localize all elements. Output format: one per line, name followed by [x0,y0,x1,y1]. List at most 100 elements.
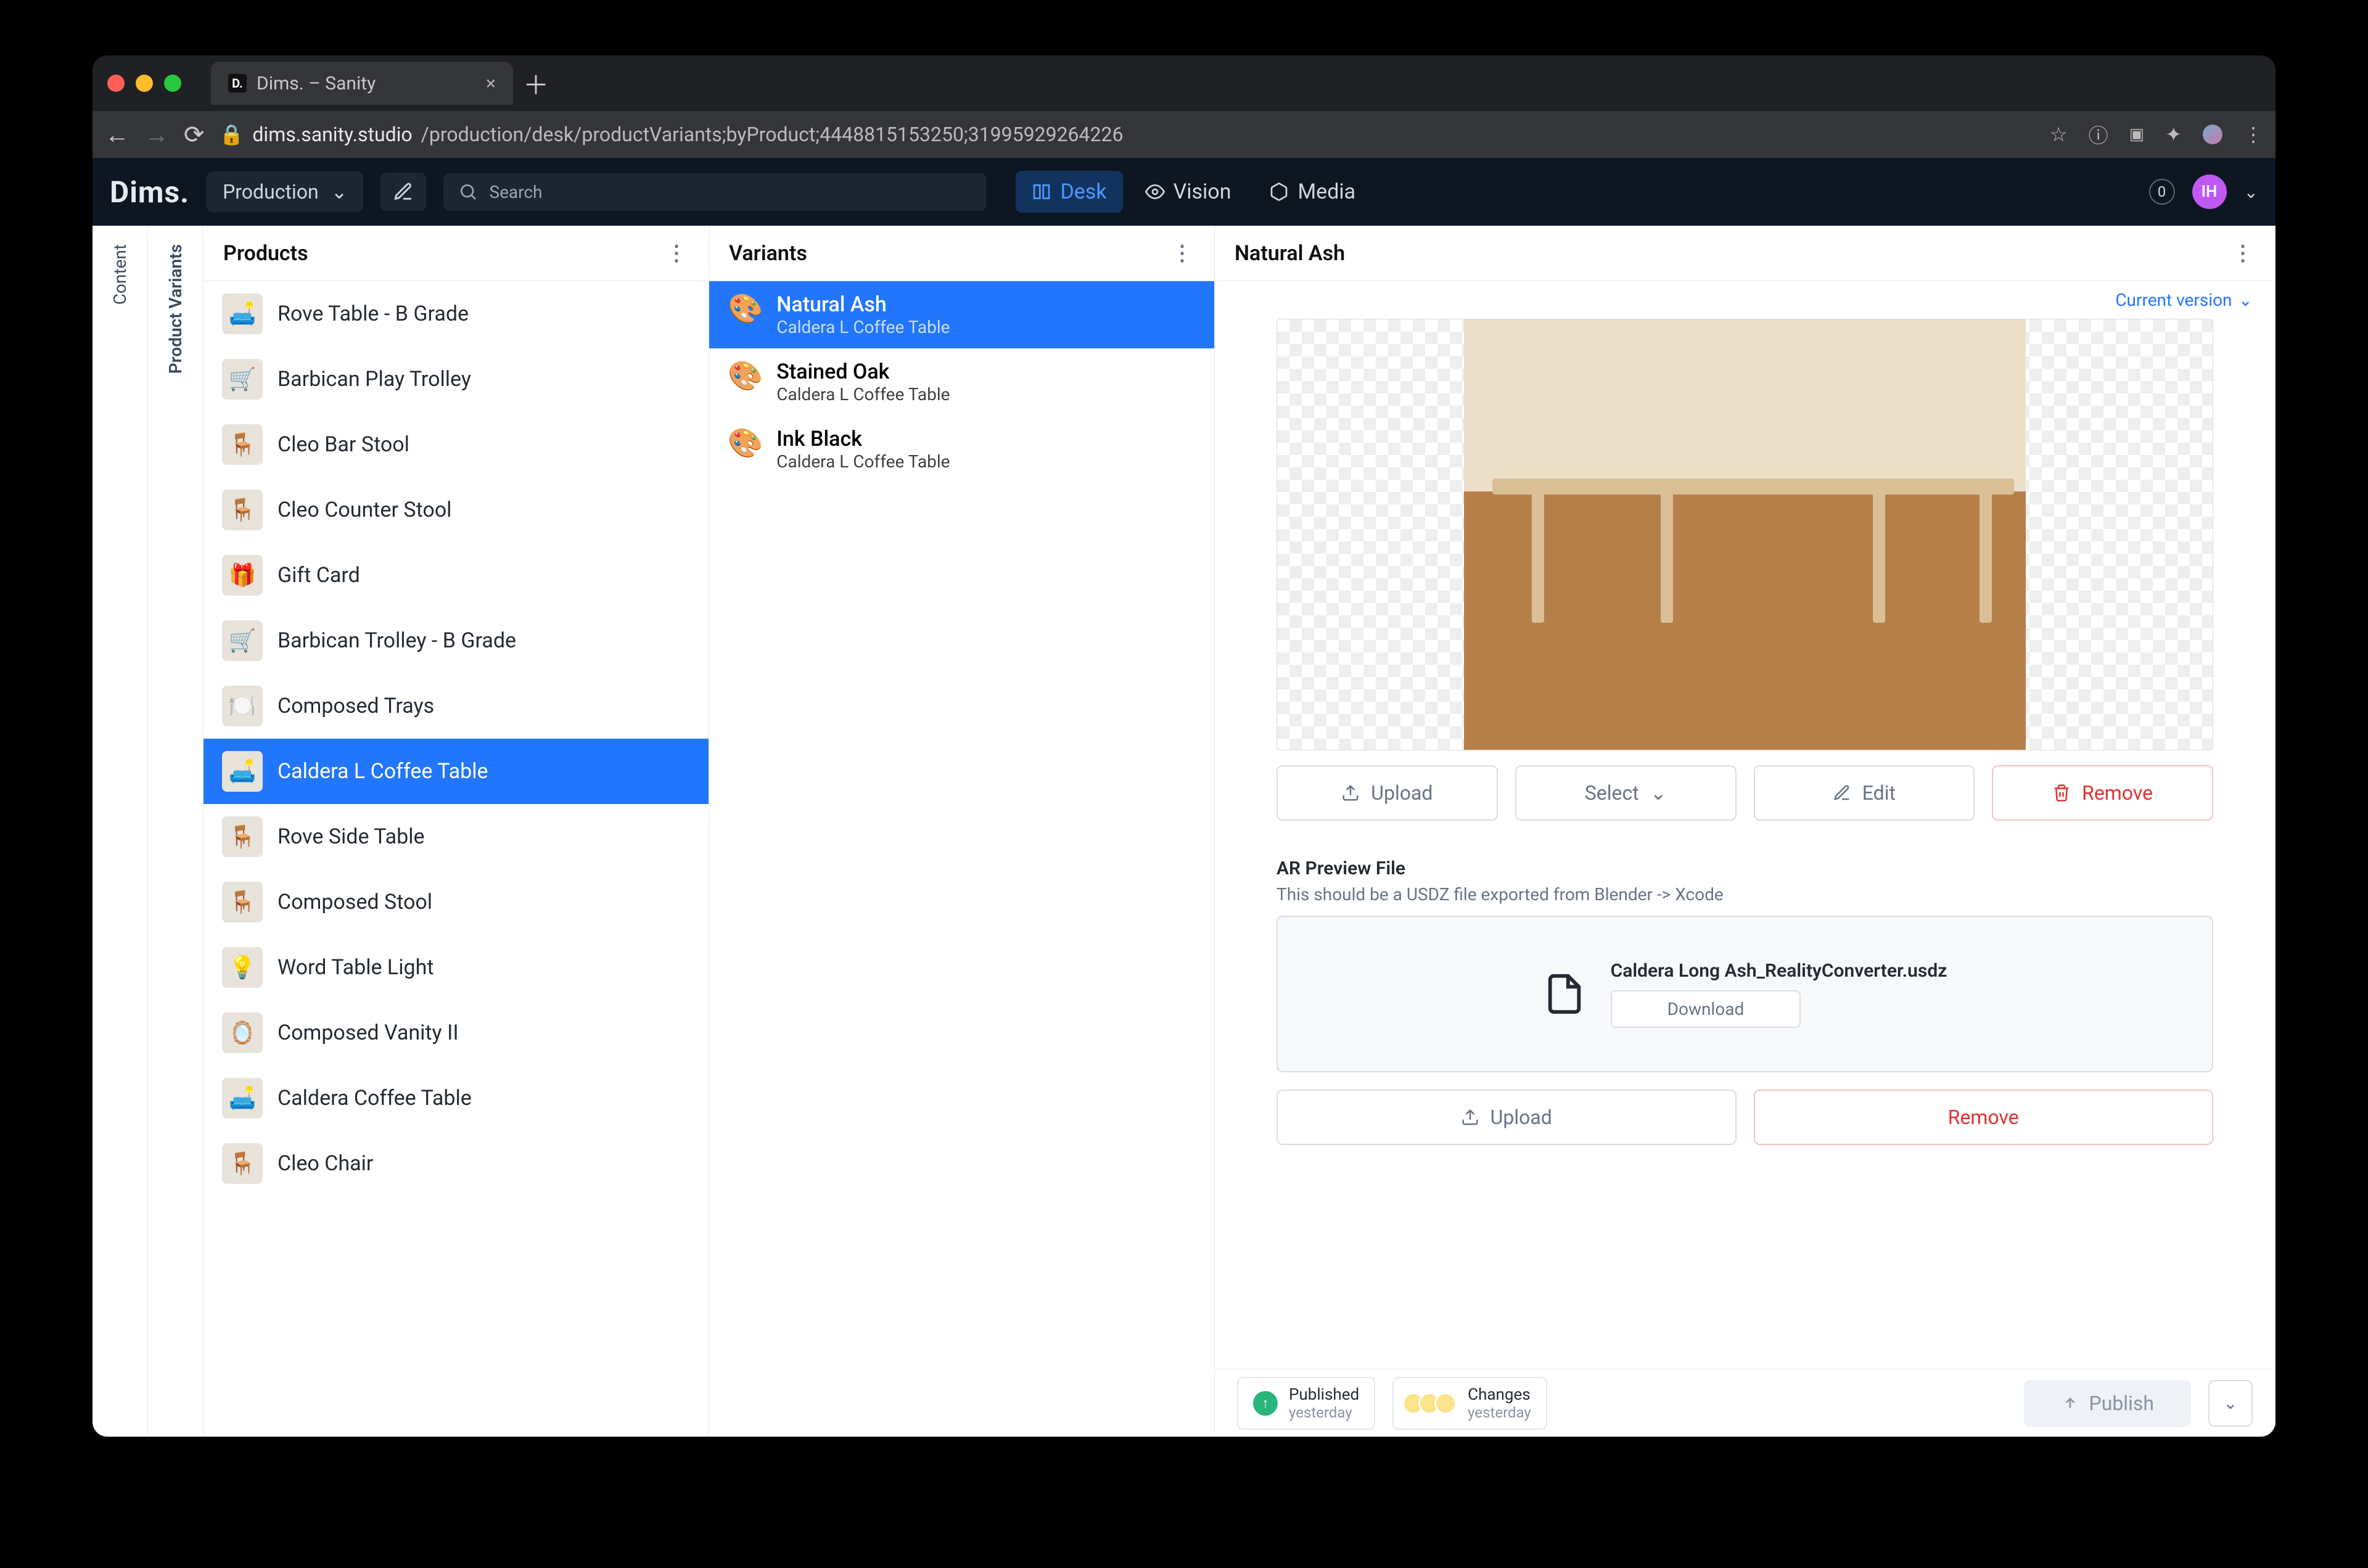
product-thumbnail: 🪑 [222,1143,263,1184]
file-icon [1543,972,1586,1016]
product-list-item[interactable]: 🛒Barbican Trolley - B Grade [204,608,709,673]
product-thumbnail: 🪞 [222,1012,263,1053]
variants-header: Variants ⋮ [709,226,1214,281]
info-icon[interactable]: ⓘ [2089,120,2108,149]
published-icon: ↑ [1253,1391,1278,1416]
product-name: Barbican Play Trolley [278,367,471,392]
variant-subtitle: Caldera L Coffee Table [776,451,950,472]
new-tab-button[interactable]: ＋ [523,65,549,102]
select-image-button[interactable]: Select ⌄ [1515,765,1737,821]
publish-button[interactable]: Publish [2024,1380,2192,1427]
product-name: Composed Vanity II [278,1020,459,1045]
rail-content-tab[interactable]: Content [110,244,130,305]
upload-icon [1461,1108,1479,1127]
ar-file-actions: Upload Remove [1276,1090,2213,1145]
product-thumbnail: 🪑 [222,490,263,530]
close-tab-icon[interactable]: × [486,73,496,94]
browser-tab[interactable]: D. Dims. – Sanity × [211,62,513,105]
product-list-item[interactable]: 🪑Composed Stool [204,869,709,935]
search-placeholder: Search [489,182,542,202]
product-list-item[interactable]: 🪑 Cleo Counter Stool [204,477,709,543]
star-icon[interactable]: ☆ [2050,123,2068,146]
document-header: Natural Ash ⋮ [1215,226,2275,281]
nav-media[interactable]: Media [1253,171,1371,213]
nav-vision-label: Vision [1174,179,1231,204]
reload-icon[interactable]: ⟳ [184,120,205,149]
product-list-item[interactable]: 🛋️Rove Table - B Grade [204,281,709,347]
upload-file-label: Upload [1490,1106,1552,1129]
products-menu-icon[interactable]: ⋮ [666,241,689,266]
search-input[interactable]: Search [443,173,986,211]
nav-media-label: Media [1297,179,1355,204]
product-list-item[interactable]: 🪑Cleo Chair [204,1131,709,1196]
lock-icon: 🔒 [220,123,244,146]
upload-icon [1341,784,1360,802]
workspace-label: Production [223,180,319,203]
nav-items: Desk Vision Media [1016,171,1371,213]
rail-content: Content [92,226,148,1437]
product-list-item[interactable]: 💡Word Table Light [204,935,709,1000]
close-window-button[interactable] [107,75,125,92]
url-input[interactable]: 🔒 dims.sanity.studio/production/desk/pro… [220,123,2035,146]
address-bar-actions: ☆ ⓘ ▣ ✦ ⋮ [2050,120,2263,149]
remove-file-button[interactable]: Remove [1754,1090,2214,1145]
back-icon[interactable]: ← [105,120,130,149]
forward-icon[interactable]: → [144,120,169,149]
product-thumbnail: 🛋️ [222,1078,263,1119]
variants-panel: Variants ⋮ 🎨Natural AshCaldera L Coffee … [709,226,1215,1437]
upload-image-button[interactable]: Upload [1276,765,1498,821]
product-list-item[interactable]: 🛋️Caldera L Coffee Table [204,739,709,804]
product-name: Barbican Trolley - B Grade [278,628,516,653]
version-dropdown[interactable]: Current version ⌄ [1215,281,2275,319]
eye-icon [1145,182,1165,202]
media-icon [1269,182,1289,202]
document-panel: Natural Ash ⋮ Current version ⌄ Uploa [1215,226,2276,1437]
product-list-item[interactable]: 🎁Gift Card [204,543,709,608]
rail-product-variants: Product Variants [148,226,204,1437]
workspace-select[interactable]: Production ⌄ [207,171,363,212]
product-list-item[interactable]: 🍽️Composed Trays [204,673,709,739]
product-name: Cleo Counter Stool [278,498,451,522]
browser-menu-icon[interactable]: ⋮ [2243,123,2263,146]
products-title: Products [223,241,308,266]
product-list-item[interactable]: 🛒Barbican Play Trolley [204,347,709,412]
url-host: dims.sanity.studio [252,123,412,146]
user-avatar[interactable]: IH [2192,174,2227,209]
brand-logo[interactable]: Dims. [110,174,189,210]
profile-icon[interactable] [2203,125,2222,144]
publish-dropdown-button[interactable]: ⌄ [2208,1380,2253,1427]
palette-icon: 🎨 [728,359,763,404]
product-list-item[interactable]: 🪑Cleo Bar Stool [204,412,709,477]
maximize-window-button[interactable] [164,75,181,92]
product-thumbnail: 🪑 [222,816,263,857]
minimize-window-button[interactable] [136,75,153,92]
notifications-badge[interactable]: 0 [2149,179,2175,205]
changes-time: yesterday [1468,1404,1531,1421]
nav-vision[interactable]: Vision [1129,171,1248,213]
rail-product-variants-tab[interactable]: Product Variants [165,244,186,374]
nav-desk[interactable]: Desk [1016,171,1122,213]
download-file-button[interactable]: Download [1611,990,1801,1028]
variant-list-item[interactable]: 🎨Stained OakCaldera L Coffee Table [709,348,1214,416]
remove-image-button[interactable]: Remove [1992,765,2213,821]
product-list-item[interactable]: 🪞 Composed Vanity II [204,1000,709,1065]
product-name: Word Table Light [278,955,434,980]
camera-icon[interactable]: ▣ [2129,125,2145,144]
variant-list-item[interactable]: 🎨Ink BlackCaldera L Coffee Table [709,416,1214,483]
variants-menu-icon[interactable]: ⋮ [1172,241,1194,266]
product-list-item[interactable]: 🪑Rove Side Table [204,804,709,869]
changes-status[interactable]: Changes yesterday [1392,1377,1547,1430]
desk-icon [1032,182,1051,202]
compose-button[interactable] [380,173,426,211]
variant-title: Natural Ash [776,292,950,317]
published-status[interactable]: ↑ Published yesterday [1237,1377,1375,1430]
variant-list-item[interactable]: 🎨Natural AshCaldera L Coffee Table [709,281,1214,348]
document-menu-icon[interactable]: ⋮ [2232,241,2255,266]
product-list-item[interactable]: 🛋️Caldera Coffee Table [204,1065,709,1131]
version-label: Current version [2115,290,2232,310]
image-preview [1276,319,2213,750]
extensions-icon[interactable]: ✦ [2165,123,2182,146]
upload-file-button[interactable]: Upload [1276,1090,1737,1145]
edit-image-button[interactable]: Edit [1754,765,1975,821]
chevron-down-icon[interactable]: ⌄ [2244,182,2258,202]
